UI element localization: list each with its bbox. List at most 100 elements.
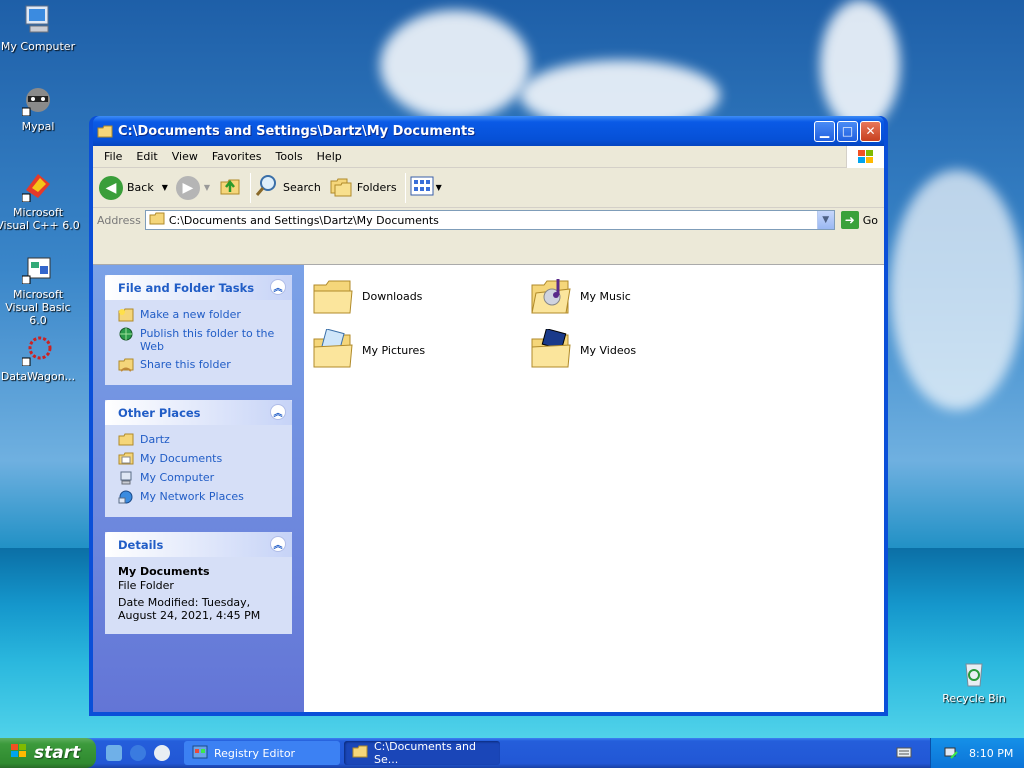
go-arrow-icon: ➜ — [840, 211, 859, 229]
back-arrow-icon: ◀ — [99, 175, 123, 200]
cloud — [820, 0, 900, 130]
explorer-window: C:\Documents and Settings\Dartz\My Docum… — [89, 116, 888, 716]
desktop-icon-my-computer[interactable]: My Computer — [0, 4, 80, 53]
menu-bar: File Edit View Favorites Tools Help — [93, 146, 884, 168]
clock[interactable]: 8:10 PM — [969, 747, 1013, 760]
system-tray: 8:10 PM — [930, 738, 1024, 768]
task-registry-editor[interactable]: Registry Editor — [184, 741, 340, 765]
publish-folder-link[interactable]: Publish this folder to the Web — [118, 327, 284, 353]
up-button[interactable] — [218, 174, 242, 201]
other-place-my-computer[interactable]: My Computer — [118, 471, 284, 485]
forward-button[interactable]: ▶ ▼ — [175, 175, 211, 200]
windows-flag-icon — [10, 743, 28, 764]
details-panel: Details ︽ My Documents File Folder Date … — [105, 532, 292, 634]
other-place-dartz[interactable]: Dartz — [118, 433, 284, 447]
task-pane: File and Folder Tasks ︽ Make a new folde… — [93, 265, 304, 712]
address-bar: Address C:\Documents and Settings\Dartz\… — [93, 208, 884, 232]
menu-edit[interactable]: Edit — [129, 150, 164, 163]
task-explorer-window[interactable]: C:\Documents and Se... — [344, 740, 500, 766]
file-item-my-music[interactable]: My Music — [530, 275, 730, 317]
forward-arrow-icon: ▶ — [175, 175, 200, 200]
chevron-down-icon: ▼ — [203, 183, 211, 192]
collapse-chevron-icon[interactable]: ︽ — [270, 536, 286, 552]
visual-cpp-icon — [21, 170, 54, 203]
address-dropdown-button[interactable]: ▼ — [816, 211, 834, 229]
search-icon — [255, 174, 279, 201]
maximize-button[interactable]: □ — [837, 120, 858, 142]
keyboard-icon[interactable] — [896, 746, 912, 761]
folders-button[interactable]: Folders — [329, 175, 397, 200]
videos-folder-icon — [530, 328, 572, 371]
network-tray-icon[interactable] — [943, 744, 959, 763]
visual-basic-icon — [21, 252, 54, 285]
show-desktop-icon[interactable] — [106, 745, 122, 761]
menu-favorites[interactable]: Favorites — [205, 150, 269, 163]
recycle-bin-icon — [958, 656, 990, 688]
share-folder-link[interactable]: Share this folder — [118, 358, 284, 372]
media-player-icon[interactable] — [154, 745, 170, 761]
menu-tools[interactable]: Tools — [269, 150, 310, 163]
internet-explorer-icon[interactable] — [130, 745, 146, 761]
desktop-icon-visual-cpp[interactable]: Microsoft Visual C++ 6.0 — [0, 170, 80, 232]
desktop-icon-datawagon[interactable]: DataWagon... — [0, 334, 80, 383]
panel-header[interactable]: Other Places ︽ — [105, 400, 292, 425]
menu-help[interactable]: Help — [310, 150, 349, 163]
other-place-my-documents[interactable]: My Documents — [118, 452, 284, 466]
address-input[interactable]: C:\Documents and Settings\Dartz\My Docum… — [144, 210, 835, 230]
documents-icon — [118, 452, 134, 466]
address-value: C:\Documents and Settings\Dartz\My Docum… — [168, 213, 439, 227]
minimize-button[interactable]: ▁ — [814, 120, 835, 142]
file-folder-tasks-panel: File and Folder Tasks ︽ Make a new folde… — [105, 275, 292, 385]
chevron-down-icon: ▼ — [822, 215, 830, 225]
details-type: File Folder — [118, 579, 174, 592]
close-button[interactable]: ✕ — [860, 120, 881, 142]
network-icon — [118, 490, 134, 504]
start-button[interactable]: start — [0, 738, 96, 768]
close-icon: ✕ — [865, 124, 876, 138]
datawagon-icon — [21, 334, 54, 367]
other-place-network[interactable]: My Network Places — [118, 490, 284, 504]
cloud — [890, 170, 1024, 410]
pictures-folder-icon — [312, 328, 354, 371]
views-button[interactable]: ▼ — [410, 176, 442, 199]
panel-header[interactable]: File and Folder Tasks ︽ — [105, 275, 292, 300]
file-item-my-pictures[interactable]: My Pictures — [312, 328, 512, 371]
folder-icon — [352, 745, 368, 761]
search-button[interactable]: Search — [255, 174, 321, 201]
folder-icon — [312, 275, 354, 317]
make-new-folder-link[interactable]: Make a new folder — [118, 308, 284, 322]
minimize-icon: ▁ — [819, 124, 830, 138]
quick-launch — [106, 745, 178, 761]
go-button[interactable]: ➜ Go — [840, 211, 878, 229]
collapse-chevron-icon[interactable]: ︽ — [270, 279, 286, 295]
desktop-icon-recycle-bin[interactable]: Recycle Bin — [932, 656, 1016, 705]
chevron-down-icon[interactable]: ▼ — [162, 183, 168, 192]
maximize-icon: □ — [841, 124, 854, 138]
chevron-down-icon: ▼ — [435, 183, 442, 192]
menu-view[interactable]: View — [165, 150, 205, 163]
desktop-icon-mypal[interactable]: Mypal — [0, 84, 80, 133]
new-folder-icon — [118, 308, 134, 322]
folders-icon — [329, 175, 353, 200]
menu-file[interactable]: File — [97, 150, 129, 163]
computer-icon — [22, 4, 54, 36]
title-bar[interactable]: C:\Documents and Settings\Dartz\My Docum… — [93, 116, 884, 146]
taskbar: start Registry Editor C:\Documents and S… — [0, 738, 1024, 768]
details-modified: Date Modified: Tuesday, August 24, 2021,… — [118, 596, 261, 622]
panel-header[interactable]: Details ︽ — [105, 532, 292, 557]
back-button[interactable]: ◀ Back ▼ — [99, 175, 168, 200]
computer-icon — [118, 471, 134, 485]
folder-icon — [118, 433, 134, 447]
window-title: C:\Documents and Settings\Dartz\My Docum… — [118, 123, 475, 139]
folder-up-icon — [218, 174, 242, 201]
collapse-chevron-icon[interactable]: ︽ — [270, 404, 286, 420]
share-folder-icon — [118, 358, 134, 372]
cloud — [380, 10, 530, 120]
toolbar-separator — [250, 172, 252, 203]
windows-flag-icon — [846, 146, 884, 168]
file-item-downloads[interactable]: Downloads — [312, 275, 512, 317]
file-item-my-videos[interactable]: My Videos — [530, 328, 730, 371]
content-area: File and Folder Tasks ︽ Make a new folde… — [93, 264, 884, 712]
details-name: My Documents — [118, 565, 210, 578]
desktop-icon-visual-basic[interactable]: Microsoft Visual Basic 6.0 — [0, 252, 80, 327]
